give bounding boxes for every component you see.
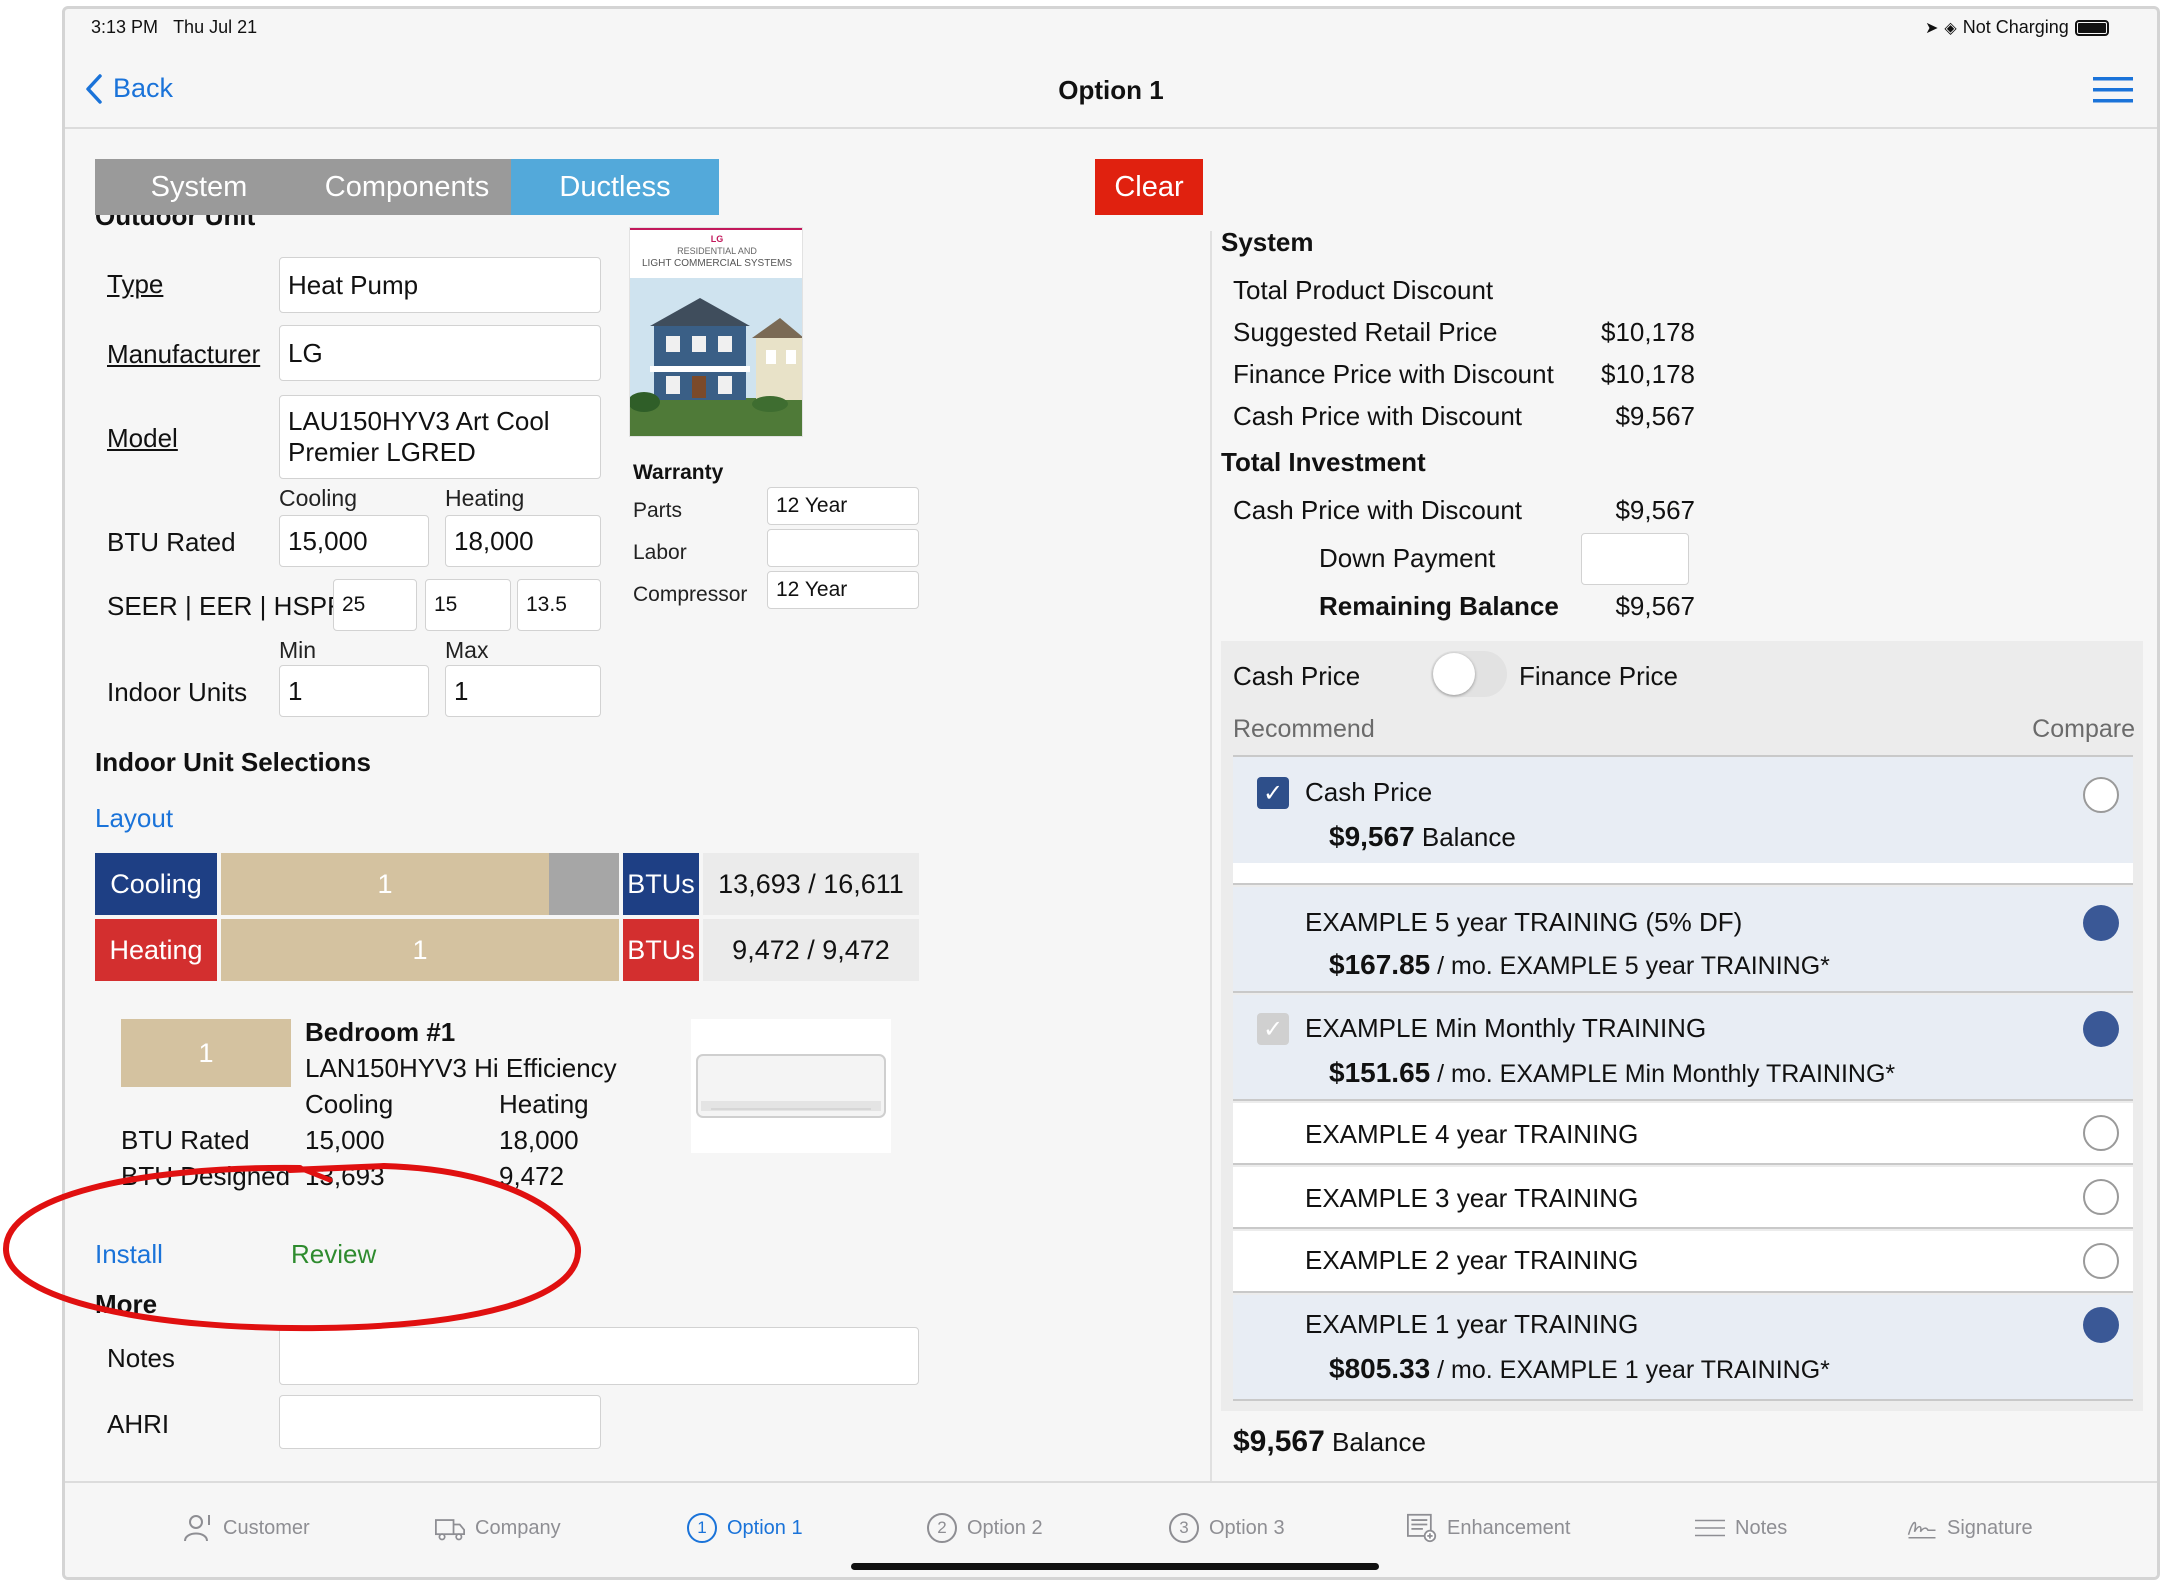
red-annotation-circle bbox=[2, 1163, 581, 1332]
